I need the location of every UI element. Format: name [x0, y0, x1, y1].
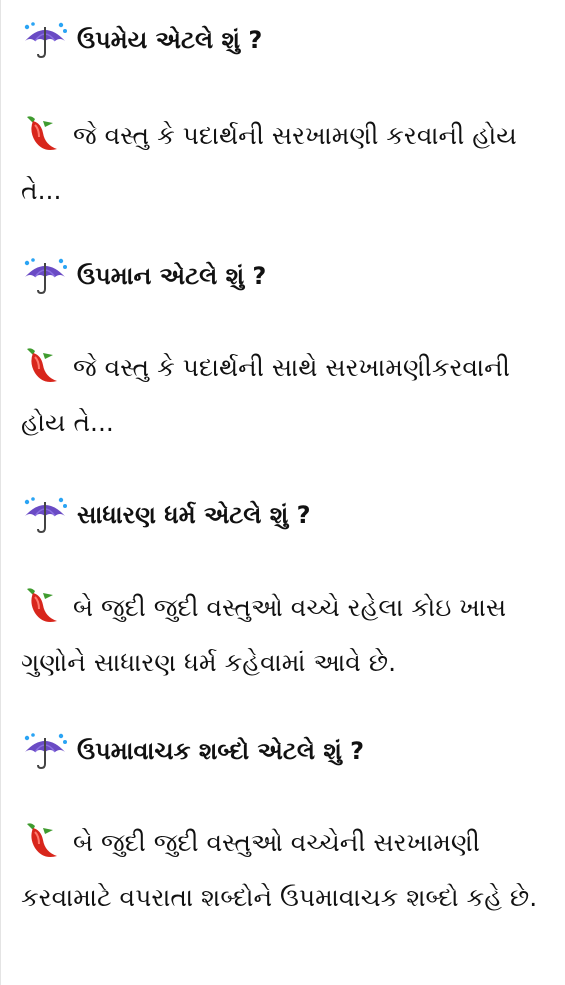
chili-pepper-icon — [21, 113, 65, 153]
section-1-body: જે વસ્તુ કે પદાર્થની સરખામણી કરવાની હોય … — [21, 108, 553, 218]
umbrella-with-rain-icon — [21, 496, 69, 534]
section-heading: ઉપમાન એટલે શું ? — [77, 262, 267, 290]
section-body-text: જે વસ્તુ કે પદાર્થની સરખામણી કરવાની હોય … — [21, 121, 517, 205]
section-body-text: જે વસ્તુ કે પદાર્થની સાથે સરખામણીકરવાની … — [21, 353, 510, 437]
section-3-heading: સાધારણ ધર્મ એટલે શું ? — [21, 495, 553, 535]
section-4-heading: ઉપમાવાચક શબ્દો એટલે શું ? — [21, 731, 553, 771]
section-1-heading: ઉપમેય એટલે શું ? — [21, 20, 553, 60]
chili-pepper-icon — [21, 820, 65, 860]
section-4-body: બે જુદી જુદી વસ્તુઓ વચ્ચેની સરખામણી કરવા… — [21, 815, 553, 925]
umbrella-with-rain-icon — [21, 21, 69, 59]
section-heading: ઉપમાવાચક શબ્દો એટલે શું ? — [77, 737, 365, 765]
section-heading: સાધારણ ધર્મ એટલે શું ? — [77, 501, 311, 529]
document-page: ઉપમેય એટલે શું ? જે વસ્તુ કે પદાર્થની સર… — [0, 0, 565, 985]
section-2-body: જે વસ્તુ કે પદાર્થની સાથે સરખામણીકરવાની … — [21, 340, 553, 450]
section-body-text: બે જુદી જુદી વસ્તુઓ વચ્ચેની સરખામણી કરવા… — [21, 828, 538, 912]
section-heading: ઉપમેય એટલે શું ? — [77, 26, 263, 54]
umbrella-with-rain-icon — [21, 732, 69, 770]
chili-pepper-icon — [21, 585, 65, 625]
umbrella-with-rain-icon — [21, 257, 69, 295]
section-body-text: બે જુદી જુદી વસ્તુઓ વચ્ચે રહેલા કોઇ ખાસ … — [21, 593, 507, 677]
chili-pepper-icon — [21, 345, 65, 385]
section-2-heading: ઉપમાન એટલે શું ? — [21, 256, 553, 296]
section-3-body: બે જુદી જુદી વસ્તુઓ વચ્ચે રહેલા કોઇ ખાસ … — [21, 580, 553, 690]
